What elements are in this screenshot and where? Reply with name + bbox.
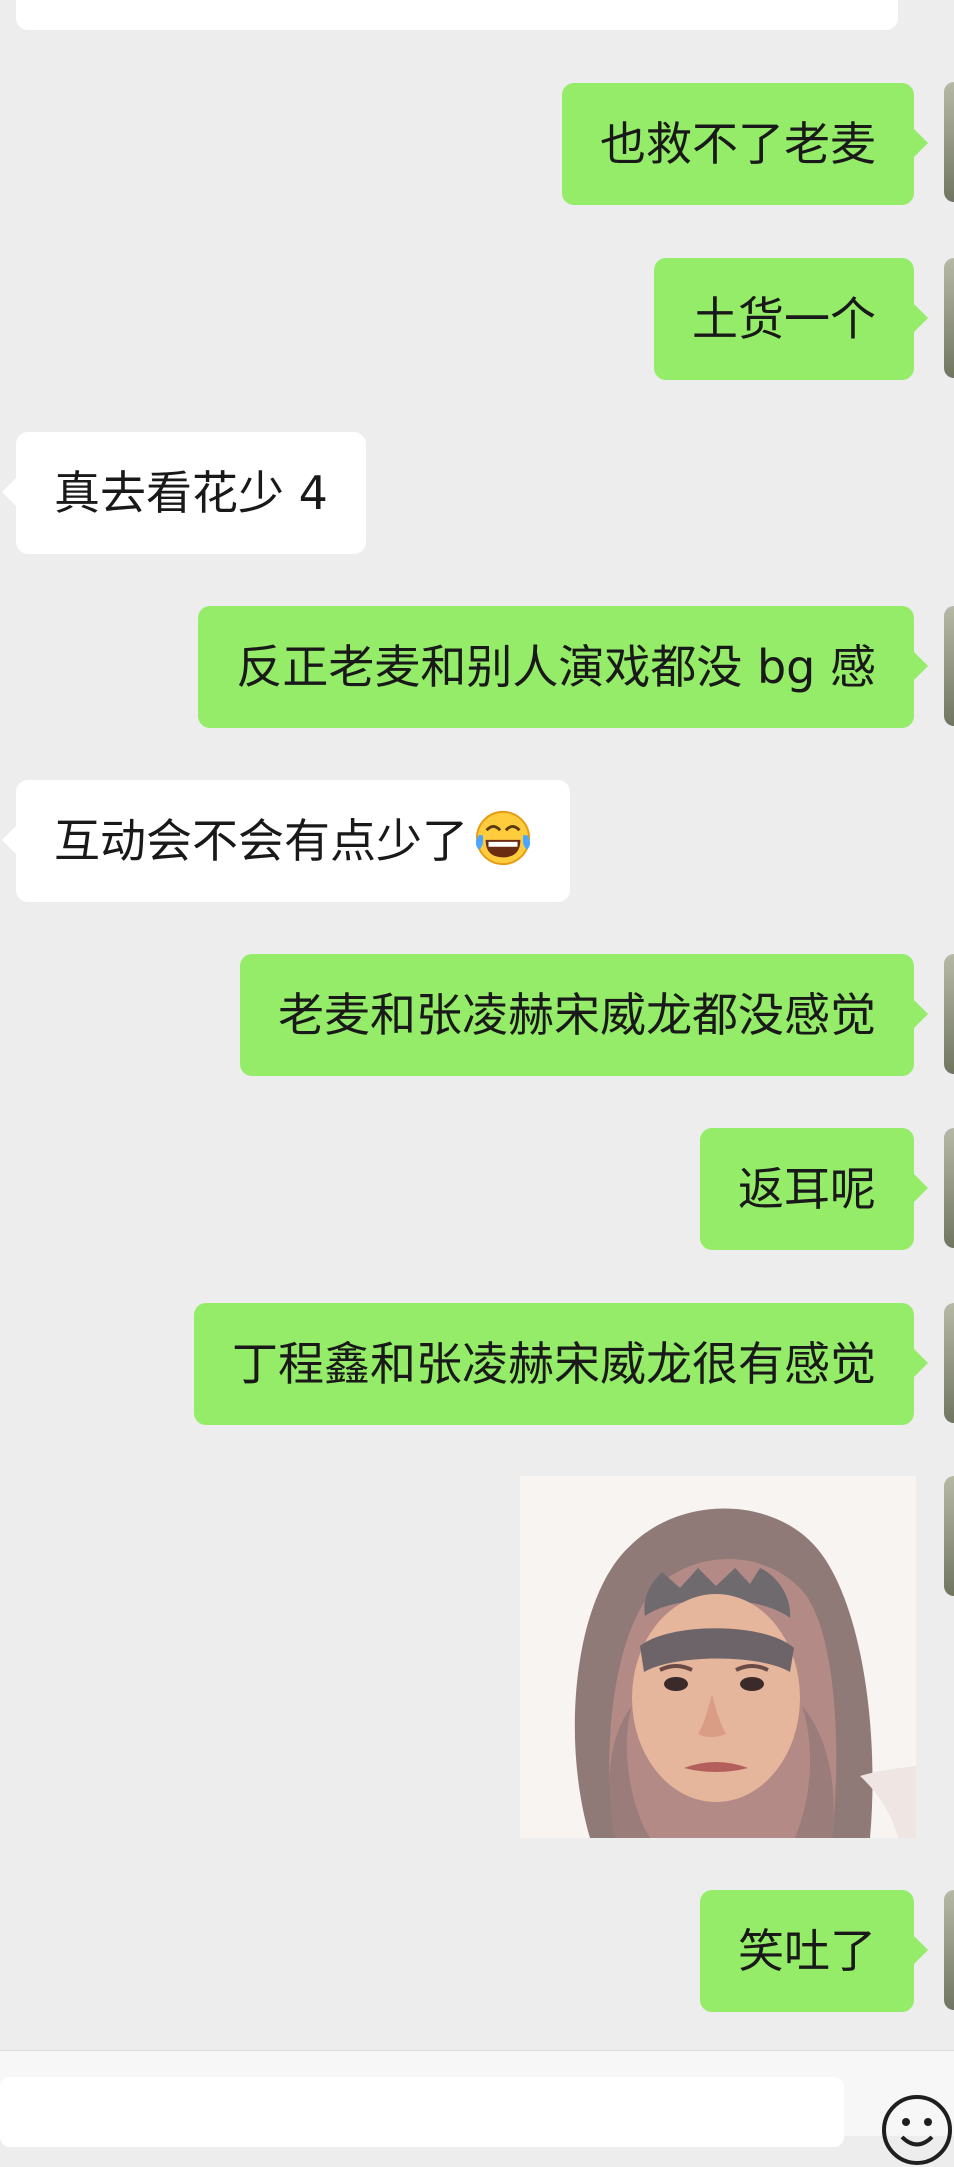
self-avatar[interactable] [944, 1890, 954, 2010]
message-bubble-outgoing[interactable]: 返耳呢 [700, 1128, 928, 1250]
self-avatar[interactable] [944, 1476, 954, 1596]
message-bubble-outgoing[interactable]: 老麦和张凌赫宋威龙都没感觉 [240, 954, 928, 1076]
chat-message-list[interactable]: 也救不了老麦 土货一个 真去看花少 4 反正老麦和别人演戏都没 bg 感 互动会… [0, 0, 954, 2050]
message-bubble-outgoing[interactable]: 反正老麦和别人演戏都没 bg 感 [198, 606, 928, 728]
self-avatar[interactable] [944, 1128, 954, 1248]
message-bubble-partial[interactable] [16, 0, 898, 30]
message-text: 互动会不会有点少了 [54, 814, 468, 868]
self-avatar[interactable] [944, 954, 954, 1074]
message-bubble-incoming[interactable]: 真去看花少 4 [2, 432, 366, 554]
sticker-image[interactable] [520, 1476, 916, 1838]
message-input[interactable] [0, 2077, 844, 2147]
message-bubble-outgoing[interactable]: 土货一个 [654, 258, 928, 380]
message-bubble-incoming[interactable]: 互动会不会有点少了 [2, 780, 570, 902]
self-avatar[interactable] [944, 82, 954, 202]
chat-input-bar [0, 2050, 954, 2165]
tears-of-joy-emoji [475, 810, 531, 866]
self-avatar[interactable] [944, 1303, 954, 1423]
message-bubble-outgoing[interactable]: 笑吐了 [700, 1890, 928, 2012]
self-avatar[interactable] [944, 606, 954, 726]
smiley-face-icon[interactable] [880, 2093, 954, 2167]
long-hair-face-photo [520, 1476, 916, 1838]
message-bubble-outgoing[interactable]: 也救不了老麦 [562, 83, 928, 205]
self-avatar[interactable] [944, 258, 954, 378]
message-bubble-outgoing[interactable]: 丁程鑫和张凌赫宋威龙很有感觉 [194, 1303, 928, 1425]
